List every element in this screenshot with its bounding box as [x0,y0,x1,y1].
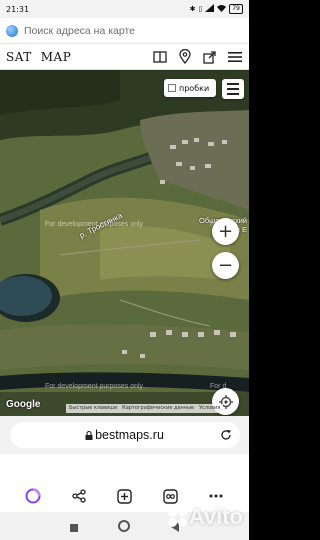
screen: 21:31 ✱ ▯ 79 Поиск адреса на карте SAT M… [0,0,249,540]
attribution-shortcuts[interactable]: Быстрые клавиши [69,405,117,412]
map-menu-button[interactable] [222,79,244,99]
menu-icon[interactable] [227,49,243,65]
bluetooth-icon: ✱ [189,5,196,13]
map-attribution: Быстрые клавиши Картографические данные … [66,404,224,413]
satellite-imagery [0,70,249,416]
vibrate-icon: ▯ [198,5,203,13]
app-header: SAT MAP [0,44,249,70]
lock-icon [85,430,93,440]
home-icon[interactable] [117,517,130,536]
avito-watermark: Avito [167,504,243,530]
new-tab-icon[interactable] [112,484,136,508]
reload-icon[interactable] [220,426,232,445]
signal-icon [205,4,215,14]
search-bar[interactable]: Поиск адреса на карте [0,18,249,44]
satellite-map[interactable]: For development purposes only For develo… [0,70,249,416]
google-logo: Google [6,399,41,410]
attribution-terms[interactable]: Условия [199,405,220,412]
attribution-data[interactable]: Картографические данные [122,405,194,412]
zoom-out-button[interactable]: − [212,252,239,279]
wifi-icon [217,4,227,14]
menu-bar-icon [227,88,239,90]
search-input[interactable]: Поиск адреса на карте [24,25,243,37]
traffic-label: пробки [179,83,210,93]
recents-icon[interactable] [69,517,78,536]
url-pill[interactable]: bestmaps.ru [9,422,240,448]
url-domain: bestmaps.ru [95,428,164,442]
share-icon[interactable] [202,49,218,65]
traffic-toggle[interactable]: пробки [164,79,216,97]
battery-indicator: 79 [229,4,243,14]
dev-watermark-bottom: For development purposes only [45,383,144,390]
avito-text: Avito [188,504,243,529]
browser-url-bar: bestmaps.ru [0,416,249,454]
avito-logo-icon [167,507,187,527]
share-icon[interactable] [67,484,91,508]
alice-icon[interactable] [21,484,45,508]
brand[interactable]: SAT MAP [6,50,71,64]
status-icons: ✱ ▯ 79 [190,4,243,14]
location-pin-icon[interactable] [177,49,193,65]
brand-map: MAP [40,49,72,64]
url-text[interactable]: bestmaps.ru [30,428,220,442]
status-time: 21:31 [6,4,30,14]
menu-bar-icon [227,93,239,95]
zoom-in-button[interactable]: + [212,218,239,245]
book-icon[interactable] [152,49,168,65]
traffic-checkbox[interactable] [168,84,176,92]
header-actions [152,49,243,65]
brand-sat: SAT [6,49,32,64]
globe-icon [6,24,18,37]
menu-bar-icon [227,83,239,85]
status-bar: 21:31 ✱ ▯ 79 [0,0,249,18]
